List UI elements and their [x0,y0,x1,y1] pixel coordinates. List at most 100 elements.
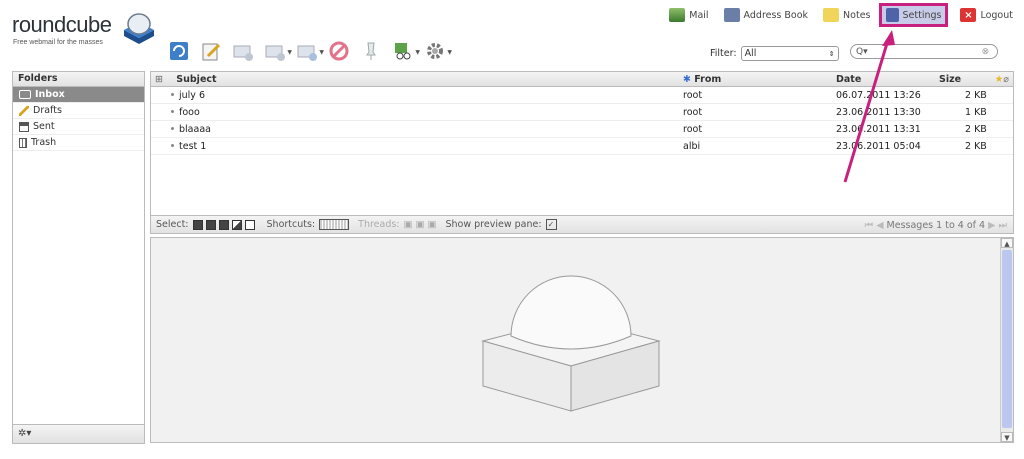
trash-icon [19,137,27,148]
folder-options-gear-icon[interactable]: ✲▾ [18,428,31,439]
preview-pane-label: Show preview pane: [445,219,542,230]
status-dot-icon [171,92,174,96]
pager: ⏮ ◀ Messages 1 to 4 of 4 ▶ ⏭ [865,220,1007,231]
thread-toggle-icon[interactable]: ⊞ [155,74,163,85]
search-icon[interactable]: Q▾ [856,47,868,57]
message-from: albi [679,137,832,155]
folder-inbox[interactable]: Inbox [13,87,144,103]
chevron-down-icon: ▼ [415,49,420,56]
column-subject-label: Subject [176,73,217,85]
delete-button[interactable] [328,40,350,62]
mark-button[interactable] [360,40,382,62]
message-subject[interactable]: july 6 [179,90,205,101]
nav-mail[interactable]: Mail [666,4,711,26]
last-page-icon[interactable]: ⏭ [998,220,1007,231]
select-all-icon[interactable] [192,219,203,230]
column-date[interactable]: Date [832,72,935,87]
prev-page-icon[interactable]: ◀ [876,220,883,231]
logo-cube-icon [124,13,154,44]
nav-notes-label: Notes [843,9,871,21]
nav-mail-label: Mail [689,9,709,21]
first-page-icon[interactable]: ⏮ [865,220,874,231]
column-date-label: Date [836,73,862,85]
select-flagged-icon[interactable] [231,219,242,230]
folder-trash-label: Trash [31,137,57,148]
chevron-down-icon: ▼ [319,49,324,56]
nav-address-book-label: Address Book [743,9,809,21]
shortcuts-label: Shortcuts: [266,219,316,230]
message-subject[interactable]: fooo [179,107,200,118]
folder-sent[interactable]: Sent [13,119,144,135]
column-size[interactable]: Size ★⌀ [935,72,1013,87]
reply-all-button[interactable]: ▼ [264,40,292,62]
message-list: ⊞ Subject ✱ From Date Size ★⌀ july 6 roo… [150,71,1014,234]
mark-icon [366,42,376,60]
select-none-icon[interactable] [244,219,255,230]
compose-button[interactable] [200,40,222,62]
nav-logout[interactable]: × Logout [957,4,1016,26]
scroll-up-icon[interactable]: ▲ [1001,238,1013,248]
thread-expand-icons[interactable]: ▣ ▣ ▣ [404,219,437,230]
message-from: root [679,120,832,138]
nav-notes[interactable]: Notes [820,4,873,26]
folders-header: Folders [13,72,144,87]
scroll-down-icon[interactable]: ▼ [1001,432,1013,442]
delete-icon [329,41,349,61]
roundcube-watermark-icon [481,275,661,412]
select-unread-icon[interactable] [218,219,229,230]
preview-pane-checkbox[interactable]: ✓ [545,219,557,230]
filter-label: Filter: [710,48,737,59]
message-subject[interactable]: blaaaa [179,124,211,135]
message-row[interactable]: july 6 root 06.07.2011 13:26 2 KB [151,86,1013,104]
message-from: root [679,103,832,121]
folder-drafts[interactable]: Drafts [13,103,144,119]
column-from[interactable]: ✱ From [679,72,832,87]
message-row[interactable]: blaaaa root 23.06.2011 13:31 2 KB [151,120,1013,138]
select-label: Select: [156,219,189,230]
more-button[interactable]: ▼ [392,40,420,62]
message-date: 23.06.2011 13:31 [832,120,935,138]
reply-icon [233,45,253,61]
more-icon [395,43,411,60]
select-page-icon[interactable] [205,219,216,230]
logo-tagline: Free webmail for the masses [13,39,103,46]
preview-scrollbar[interactable]: ▲ ▼ [1000,238,1013,442]
column-from-label: From [694,73,722,85]
column-subject[interactable]: ⊞ Subject [151,72,679,87]
message-date: 23.06.2011 13:30 [832,103,935,121]
sort-icon: ✱ [683,73,691,85]
message-list-header: ⊞ Subject ✱ From Date Size ★⌀ [151,72,1013,87]
nav-settings[interactable]: Settings [878,3,949,27]
folder-trash[interactable]: Trash [13,135,144,151]
message-row[interactable]: test 1 albi 23.06.2011 05:04 2 KB [151,137,1013,155]
reply-all-icon [265,45,285,61]
flag-star-icon[interactable]: ★⌀ [995,74,1009,85]
message-size: 2 KB [935,137,1013,155]
options-button[interactable]: ▼ [424,40,452,62]
column-size-label: Size [939,73,962,85]
scroll-thumb[interactable] [1002,250,1012,428]
folder-actions-bar: ✲▾ [13,424,144,443]
filter-select[interactable]: All ⇕ [740,46,839,61]
nav-logout-label: Logout [980,9,1013,21]
select-arrows-icon: ⇕ [828,49,835,58]
refresh-icon [170,42,188,60]
clear-search-icon[interactable]: ⊗ [982,47,990,57]
search-input[interactable] [867,45,982,58]
keyboard-icon[interactable] [319,219,350,230]
message-subject[interactable]: test 1 [179,141,206,152]
nav-address-book[interactable]: Address Book [721,4,812,26]
message-from: root [679,86,832,104]
threads-label: Threads: [358,219,400,230]
address-book-icon [723,8,740,22]
status-dot-icon [171,109,174,113]
sent-icon [19,121,29,132]
status-dot-icon [171,126,174,130]
message-size: 2 KB [935,120,1013,138]
check-mail-button[interactable] [168,40,190,62]
next-page-icon[interactable]: ▶ [988,220,995,231]
chevron-down-icon: ▼ [447,49,452,56]
reply-button[interactable] [232,40,254,62]
message-row[interactable]: fooo root 23.06.2011 13:30 1 KB [151,103,1013,121]
forward-button[interactable]: ▼ [296,40,324,62]
